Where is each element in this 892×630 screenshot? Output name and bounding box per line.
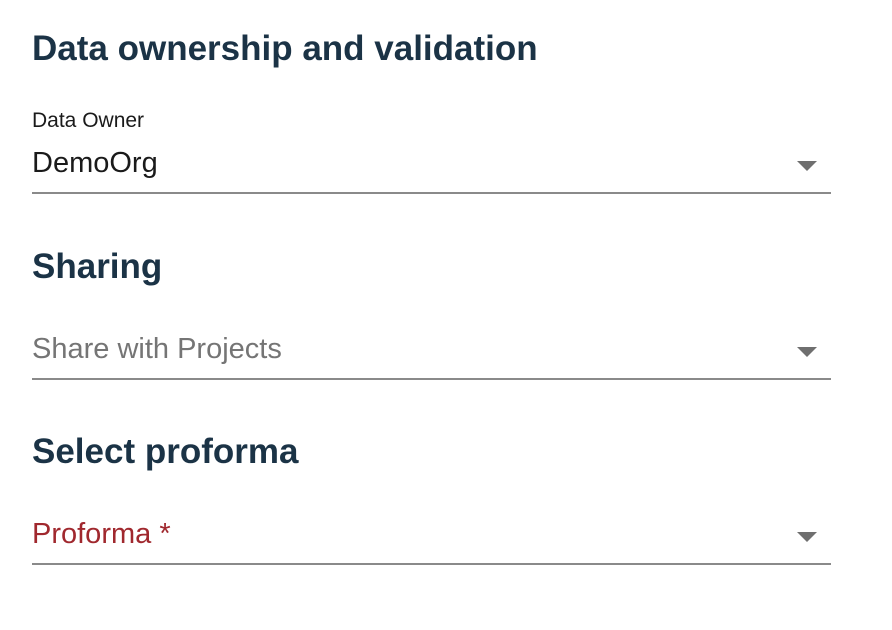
data-settings-form: Data ownership and validation Data Owner…	[0, 0, 892, 630]
share-with-projects-dropdown[interactable]	[32, 326, 831, 380]
proforma-section-title: Select proforma	[32, 432, 299, 471]
sharing-section-title: Sharing	[32, 247, 163, 286]
ownership-section-title: Data ownership and validation	[32, 29, 538, 68]
data-owner-dropdown[interactable]	[32, 140, 831, 194]
data-owner-label: Data Owner	[32, 109, 145, 132]
proforma-dropdown[interactable]	[32, 511, 831, 565]
